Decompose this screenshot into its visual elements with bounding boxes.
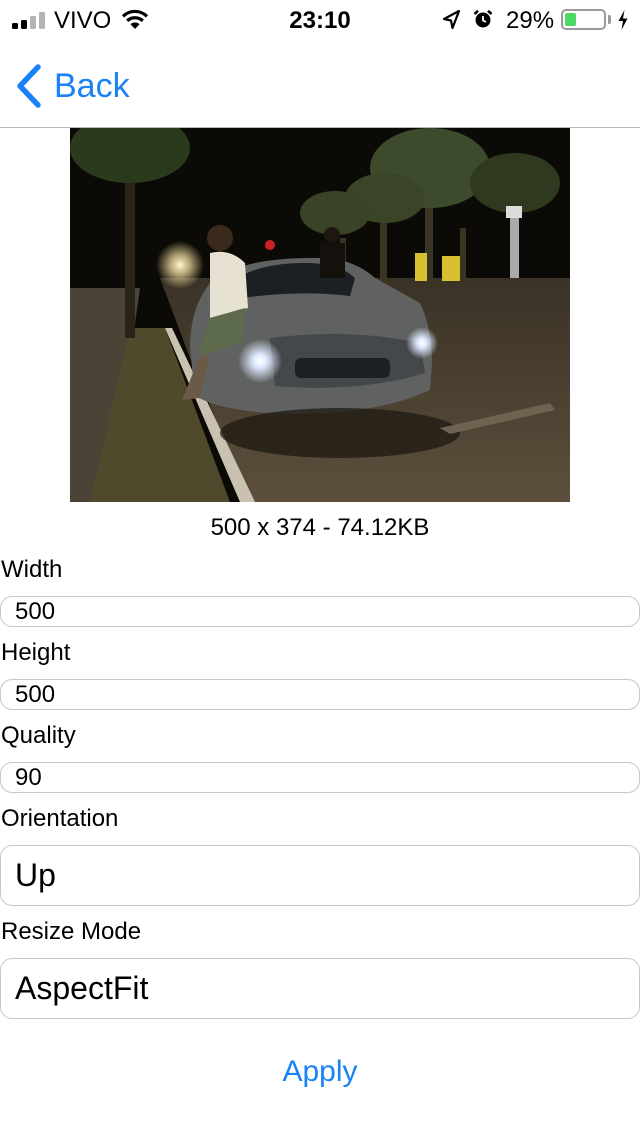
apply-button[interactable]: Apply (0, 1055, 640, 1089)
resize-mode-picker[interactable]: AspectFit (0, 958, 640, 1019)
orientation-label: Orientation (1, 805, 119, 832)
battery-percentage: 29% (506, 7, 555, 34)
resize-mode-value: AspectFit (15, 970, 149, 1006)
alarm-clock-icon (473, 9, 493, 28)
resize-mode-label: Resize Mode (1, 918, 142, 945)
battery-cap (608, 15, 611, 24)
width-input[interactable] (0, 596, 640, 627)
back-button[interactable]: Back (14, 64, 130, 108)
orientation-value: Up (15, 857, 56, 893)
charging-bolt-icon (618, 10, 628, 30)
battery-icon (561, 9, 606, 30)
width-label: Width (1, 556, 63, 583)
image-info: 500 x 374 - 74.12KB (210, 514, 430, 541)
height-input[interactable] (0, 679, 640, 710)
quality-input[interactable] (0, 762, 640, 793)
image-preview (70, 128, 570, 502)
chevron-left-icon (17, 64, 41, 108)
battery-level-fill (565, 13, 576, 26)
orientation-picker[interactable]: Up (0, 845, 640, 906)
height-label: Height (1, 639, 71, 666)
back-button-label: Back (54, 66, 130, 105)
status-bar: VIVO 23:10 29% (0, 0, 640, 40)
quality-label: Quality (1, 722, 76, 749)
navigation-bar: Back (0, 40, 640, 128)
location-arrow-icon (442, 9, 461, 30)
